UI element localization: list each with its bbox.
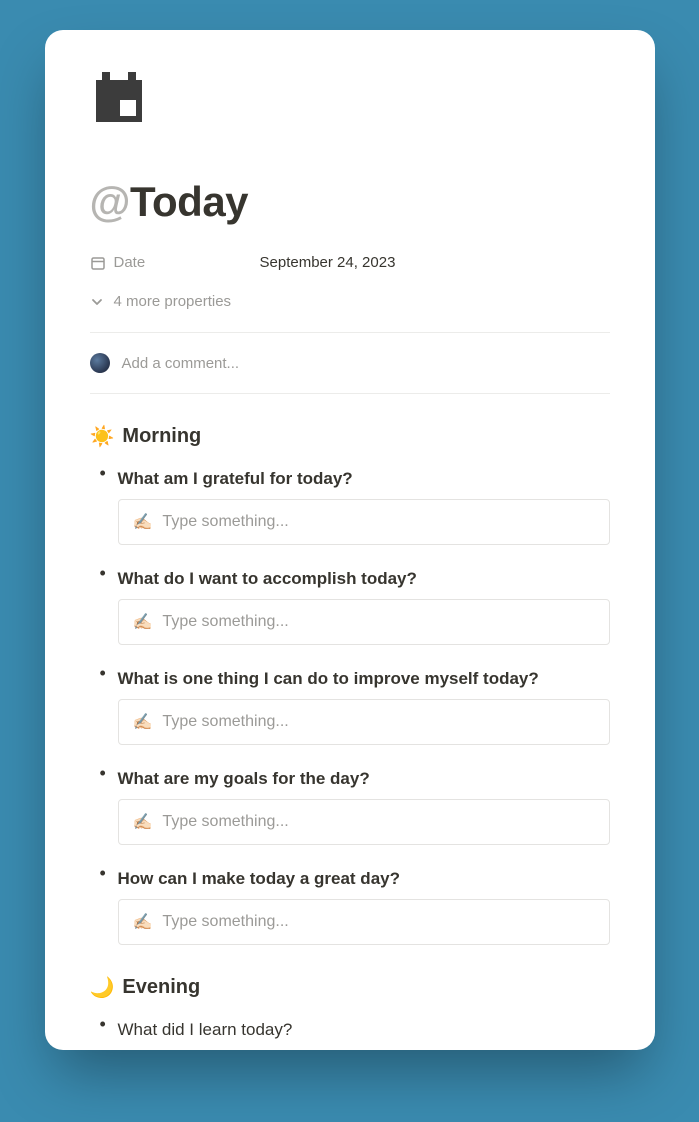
title-text: Today [130, 178, 248, 226]
calendar-small-icon [90, 255, 106, 271]
add-comment-row[interactable]: Add a comment... [90, 333, 610, 394]
prompt-input[interactable]: ✍🏻 Type something... [118, 599, 610, 645]
prompt-label: What do I want to accomplish today? [118, 563, 610, 599]
morning-prompts-list: What am I grateful for today? ✍🏻 Type so… [90, 463, 610, 945]
section-title-morning: Morning [122, 425, 201, 448]
prompt-input[interactable]: ✍🏻 Type something... [118, 799, 610, 845]
prompt-label: What am I grateful for today? [118, 463, 610, 499]
prompt-input[interactable]: ✍🏻 Type something... [118, 499, 610, 545]
input-placeholder: Type something... [162, 513, 288, 531]
comment-placeholder: Add a comment... [122, 355, 240, 372]
avatar [90, 353, 110, 373]
section-header-morning: ☀️ Morning [90, 424, 610, 449]
property-date-row[interactable]: Date September 24, 2023 [90, 254, 610, 271]
section-title-evening: Evening [122, 976, 200, 999]
writing-hand-icon: ✍🏻 [133, 712, 153, 732]
sun-icon: ☀️ [90, 424, 115, 449]
page-card: @Today Date September 24, 2023 4 mo [45, 30, 655, 1050]
prompt-input[interactable]: ✍🏻 Type something... [118, 699, 610, 745]
writing-hand-icon: ✍🏻 [133, 812, 153, 832]
property-date-label: Date [90, 254, 260, 271]
more-properties-toggle[interactable]: 4 more properties [90, 293, 610, 333]
list-item: What am I grateful for today? ✍🏻 Type so… [90, 463, 610, 545]
prompt-label: What are my goals for the day? [118, 763, 610, 799]
input-placeholder: Type something... [162, 913, 288, 931]
prompt-label: How can I make today a great day? [118, 863, 610, 899]
input-placeholder: Type something... [162, 613, 288, 631]
writing-hand-icon: ✍🏻 [133, 512, 153, 532]
chevron-down-icon [90, 295, 104, 309]
evening-prompts-list: What did I learn today? [90, 1014, 610, 1050]
more-properties-label: 4 more properties [114, 293, 232, 310]
list-item: What did I learn today? [90, 1014, 610, 1050]
page-content: @Today Date September 24, 2023 4 mo [45, 30, 655, 1050]
writing-hand-icon: ✍🏻 [133, 612, 153, 632]
list-item: How can I make today a great day? ✍🏻 Typ… [90, 863, 610, 945]
prompt-label: What did I learn today? [118, 1014, 610, 1050]
title-at-symbol: @ [90, 178, 130, 226]
page-title[interactable]: @Today [90, 178, 610, 226]
moon-icon: 🌙 [90, 975, 115, 1000]
prompt-input[interactable]: ✍🏻 Type something... [118, 899, 610, 945]
section-header-evening: 🌙 Evening [90, 975, 610, 1000]
list-item: What is one thing I can do to improve my… [90, 663, 610, 745]
input-placeholder: Type something... [162, 813, 288, 831]
input-placeholder: Type something... [162, 713, 288, 731]
writing-hand-icon: ✍🏻 [133, 912, 153, 932]
calendar-icon [90, 70, 610, 128]
list-item: What do I want to accomplish today? ✍🏻 T… [90, 563, 610, 645]
prompt-label: What is one thing I can do to improve my… [118, 663, 610, 699]
list-item: What are my goals for the day? ✍🏻 Type s… [90, 763, 610, 845]
property-date-value[interactable]: September 24, 2023 [260, 254, 396, 271]
